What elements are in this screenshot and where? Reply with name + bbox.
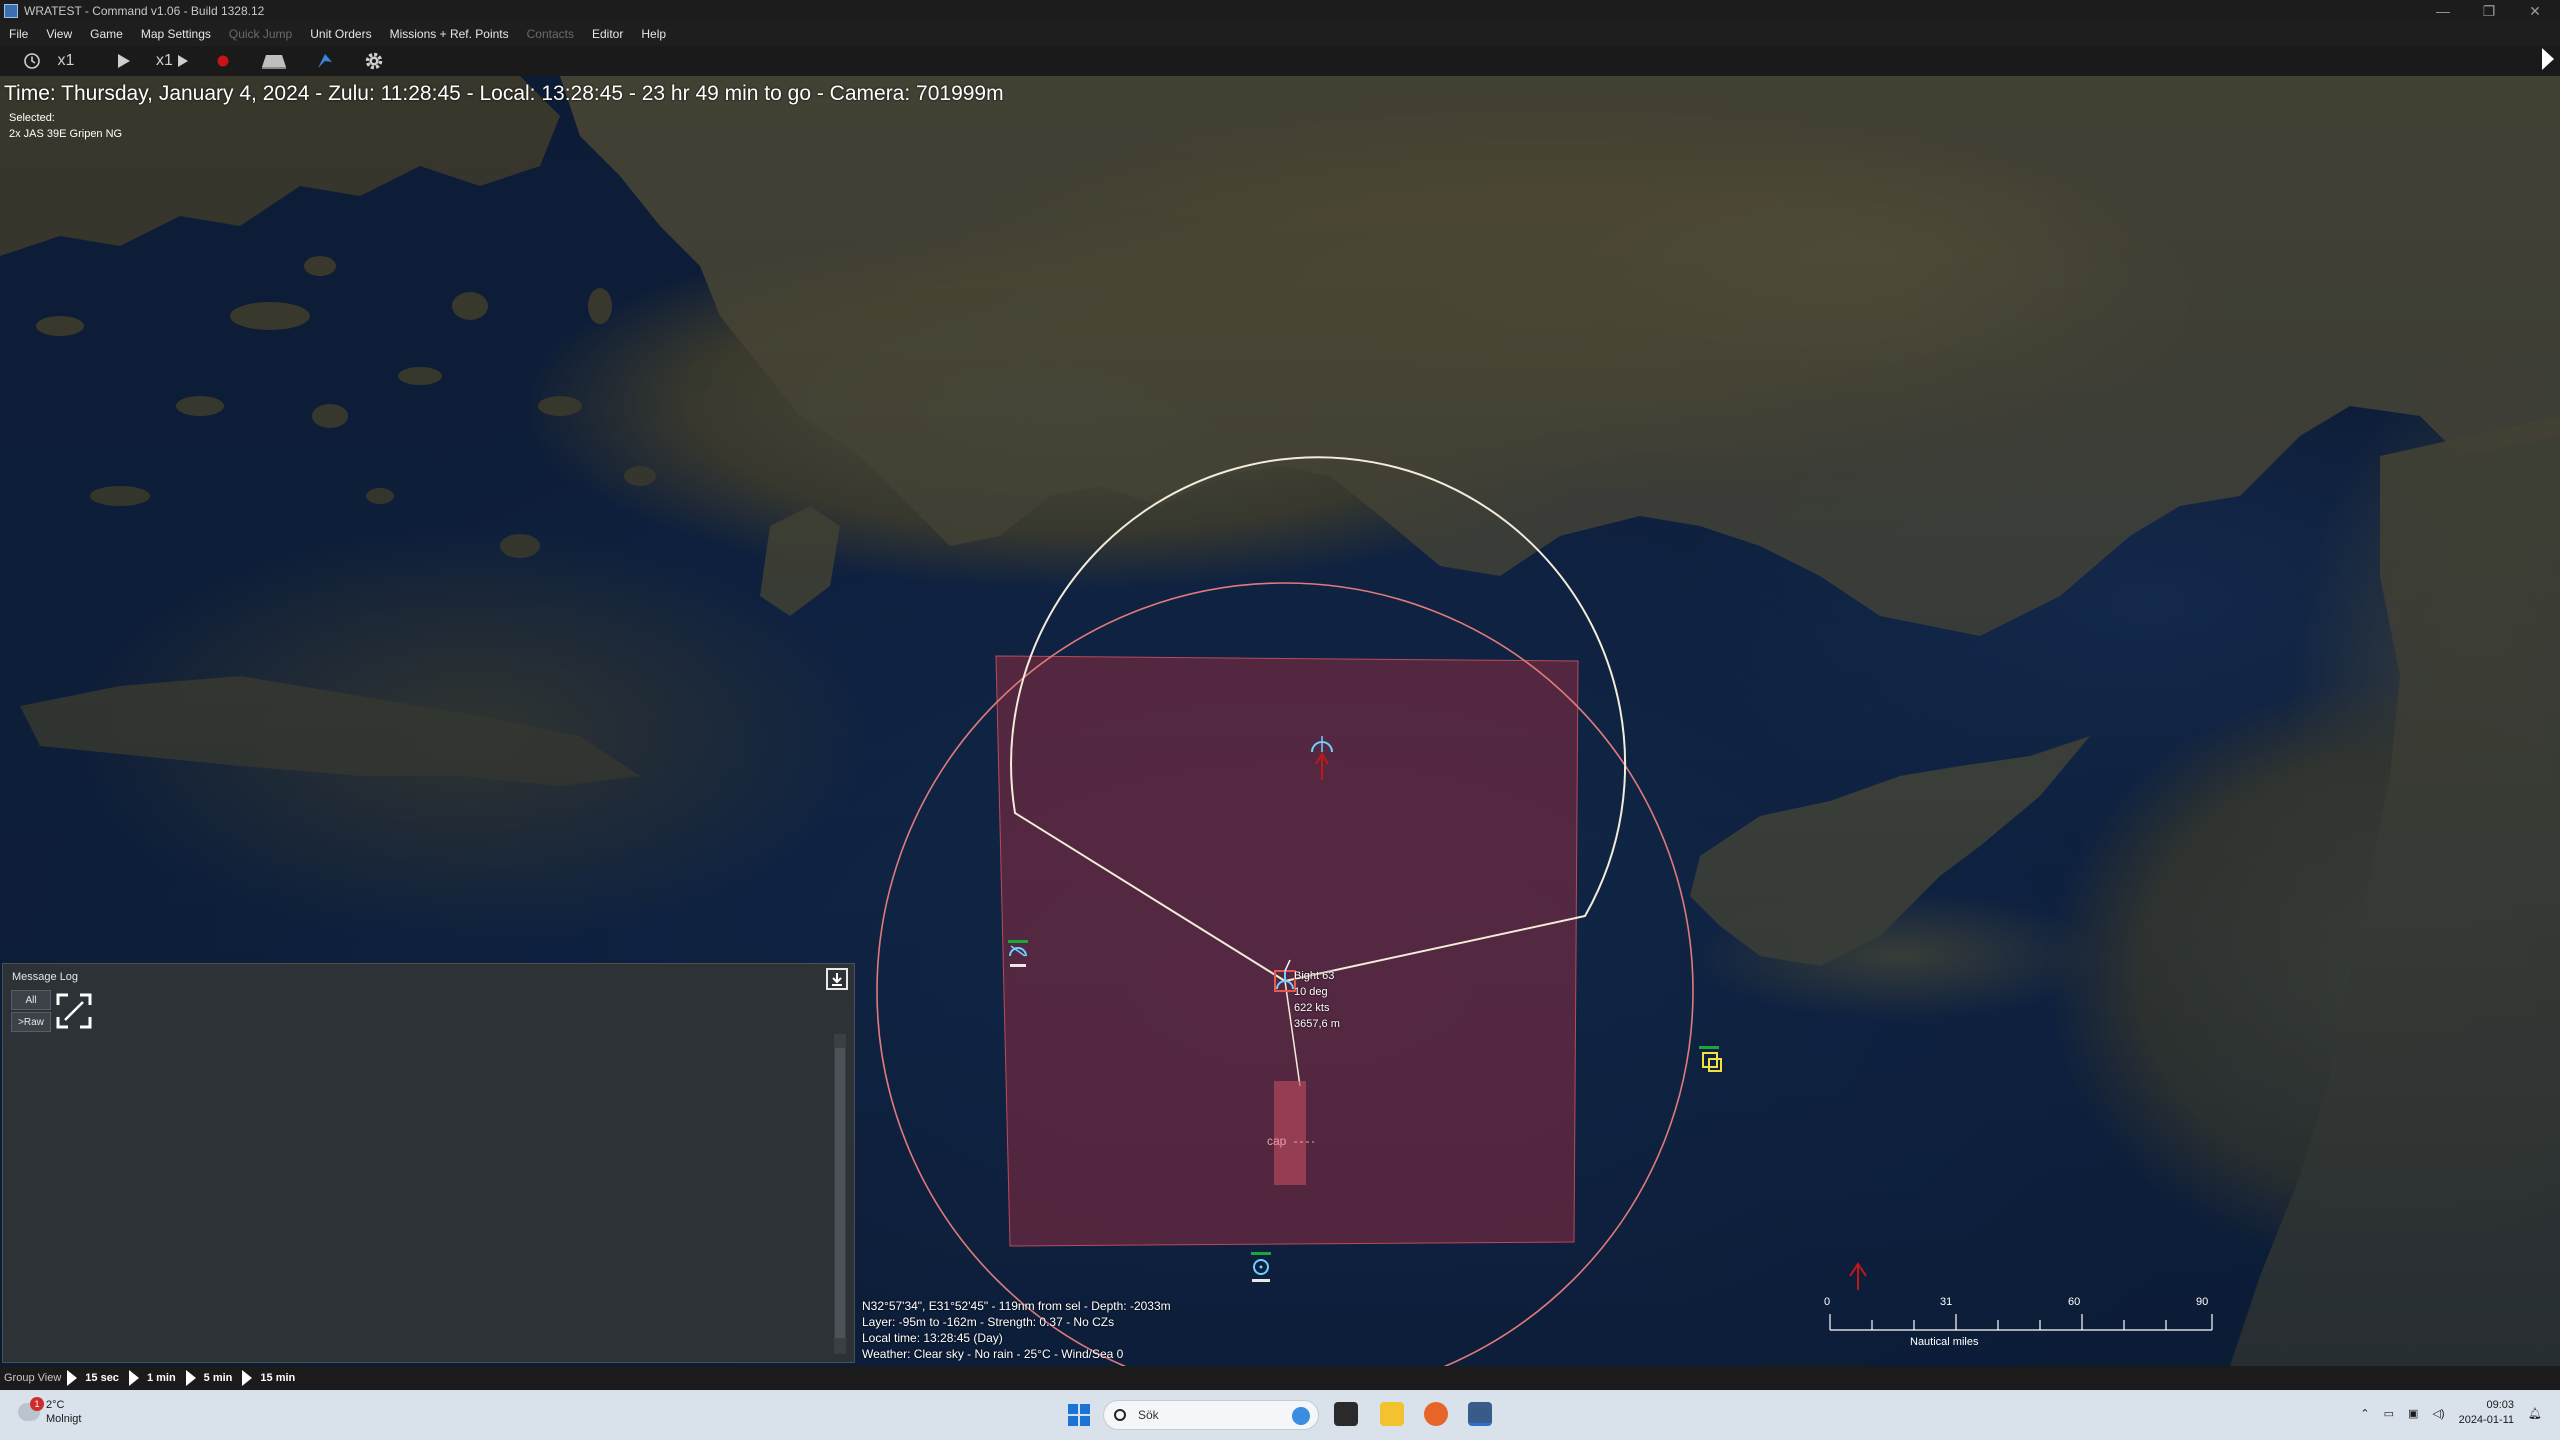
file-explorer-icon[interactable]	[1380, 1402, 1404, 1426]
map-scale-bar: 0 31 60 90 Nautical miles	[1820, 1290, 2240, 1350]
menu-contacts[interactable]: Contacts	[518, 27, 583, 41]
group-view-bar: Group View 15 sec 1 min 5 min 15 min	[0, 1366, 2560, 1390]
weather-description: Molnigt	[46, 1413, 82, 1425]
record-icon[interactable]	[209, 49, 237, 73]
scale-tick-90: 90	[2196, 1296, 2209, 1308]
weather-temperature: 2°C	[46, 1399, 65, 1411]
scale-bar-ruler	[1829, 1314, 2213, 1331]
gear-icon[interactable]	[359, 49, 389, 73]
play-triangle-icon	[128, 1370, 139, 1386]
firefox-icon[interactable]	[1424, 1402, 1448, 1426]
play-triangle-icon	[242, 1370, 253, 1386]
scale-tick-31: 31	[1940, 1296, 1953, 1308]
minimize-button[interactable]: —	[2420, 0, 2466, 22]
group-view-15min-button[interactable]: 15 min	[242, 1370, 295, 1386]
taskbar-search[interactable]: Sök	[1103, 1400, 1319, 1430]
menu-file[interactable]: File	[0, 27, 37, 41]
selected-unit-label: Bight 63 10 deg 622 kts 3657,6 m	[1294, 968, 1340, 1032]
toolbar: x1 x1	[0, 46, 2560, 76]
cursor-weather: Weather: Clear sky - No rain - 25°C - Wi…	[862, 1347, 1124, 1361]
system-tray: ⌃ ▭ ▣ ◁) 09:03 2024-01-11 🔔︎	[2360, 1398, 2542, 1428]
play-speed-label: x1	[156, 52, 173, 69]
filter-all-button[interactable]: All	[11, 990, 51, 1010]
menu-bar: File View Game Map Settings Quick Jump U…	[0, 22, 2560, 46]
scale-tick-60: 60	[2068, 1296, 2081, 1308]
time-status-line: Time: Thursday, January 4, 2024 - Zulu: …	[4, 82, 1004, 105]
cap-station-rect[interactable]	[1274, 1081, 1306, 1185]
play-icon[interactable]	[110, 49, 138, 73]
play-triangle-icon	[185, 1370, 196, 1386]
unit-name: Bight 63	[1294, 970, 1335, 982]
group-view-1min-button[interactable]: 1 min	[128, 1370, 176, 1386]
weather-widget[interactable]: 1 2°C Molnigt	[18, 1397, 82, 1426]
app-logo-icon	[4, 4, 18, 18]
cursor-info-panel: N32°57'34", E31°52'45" - 119nm from sel …	[862, 1298, 1171, 1362]
time-compression-button[interactable]: x1	[52, 49, 80, 73]
scale-unit-label: Nautical miles	[1910, 1336, 1979, 1348]
cap-mission-label: cap	[1267, 1134, 1287, 1148]
keyboard-icon[interactable]: ▭	[2384, 1407, 2394, 1420]
cursor-layer: Layer: -95m to -162m - Strength: 0.37 - …	[862, 1315, 1115, 1329]
command-app-icon[interactable]	[1468, 1402, 1492, 1426]
group-view-15min-label: 15 min	[260, 1372, 296, 1384]
selected-units-value[interactable]: 2x JAS 39E Gripen NG	[9, 128, 122, 140]
scale-tick-0: 0	[1824, 1296, 1831, 1308]
unit-speed: 622 kts	[1294, 1002, 1330, 1014]
windows-start-icon[interactable]	[1068, 1404, 1090, 1426]
message-log-title: Message Log	[12, 971, 79, 983]
chevron-up-icon[interactable]: ⌃	[2360, 1407, 2369, 1420]
clock-date: 2024-01-11	[2458, 1414, 2515, 1426]
menu-map-settings[interactable]: Map Settings	[132, 27, 220, 41]
group-view-1min-label: 1 min	[146, 1372, 176, 1384]
message-log-panel[interactable]: Message Log All >Raw	[2, 963, 855, 1363]
scrollbar-thumb[interactable]	[835, 1048, 845, 1338]
group-view-label: Group View	[4, 1372, 62, 1384]
play-triangle-icon	[67, 1370, 78, 1386]
group-view-5min-label: 5 min	[203, 1372, 233, 1384]
mission-icon[interactable]	[311, 49, 339, 73]
expand-icon[interactable]	[55, 992, 93, 1030]
group-view-15sec-button[interactable]: 15 sec	[67, 1370, 119, 1386]
dock-arrow-icon	[832, 973, 842, 986]
maximize-button[interactable]: ❐	[2466, 0, 2512, 22]
taskbar-clock[interactable]: 09:03 2024-01-11	[2459, 1398, 2514, 1428]
os-taskbar: 1 2°C Molnigt Sök ⌃ ▭ ▣ ◁) 09:03 2024-01…	[0, 1390, 2560, 1440]
window-title: WRATEST - Command v1.06 - Build 1328.12	[24, 4, 265, 18]
unit-altitude: 3657,6 m	[1294, 1018, 1340, 1030]
cloud-icon: 1	[18, 1397, 44, 1421]
search-icon	[1114, 1409, 1126, 1421]
cursor-coordinates: N32°57'34", E31°52'45" - 119nm from sel …	[862, 1299, 1171, 1313]
menu-editor[interactable]: Editor	[583, 27, 632, 41]
close-button[interactable]: ✕	[2512, 0, 2558, 22]
clock-icon[interactable]	[18, 49, 46, 73]
menu-help[interactable]: Help	[632, 27, 675, 41]
message-log-scrollbar[interactable]	[834, 1034, 846, 1354]
menu-game[interactable]: Game	[81, 27, 132, 41]
clock-time: 09:03	[2486, 1399, 2515, 1411]
notification-badge: 1	[30, 1397, 44, 1411]
menu-quick-jump[interactable]: Quick Jump	[220, 27, 301, 41]
network-icon[interactable]: ▣	[2408, 1407, 2418, 1420]
volume-icon[interactable]: ◁)	[2432, 1407, 2444, 1420]
selected-label: Selected:	[9, 112, 55, 124]
menu-view[interactable]: View	[37, 27, 81, 41]
raw-toggle-button[interactable]: >Raw	[11, 1012, 51, 1032]
dock-panel-button[interactable]	[826, 968, 848, 990]
unit-heading: 10 deg	[1294, 986, 1328, 998]
play-speed-button[interactable]: x1	[152, 49, 193, 73]
copilot-icon[interactable]	[1292, 1407, 1310, 1425]
title-bar: WRATEST - Command v1.06 - Build 1328.12 …	[0, 0, 2560, 22]
menu-unit-orders[interactable]: Unit Orders	[301, 27, 380, 41]
panel-expand-arrow-icon[interactable]	[2542, 48, 2554, 70]
group-view-5min-button[interactable]: 5 min	[185, 1370, 233, 1386]
task-view-icon[interactable]	[1334, 1402, 1358, 1426]
bell-icon[interactable]: 🔔︎	[2528, 1407, 2542, 1420]
menu-missions-ref-points[interactable]: Missions + Ref. Points	[381, 27, 518, 41]
cursor-local-time: Local time: 13:28:45 (Day)	[862, 1331, 1003, 1345]
app-root: WRATEST - Command v1.06 - Build 1328.12 …	[0, 0, 2560, 1440]
search-placeholder: Sök	[1138, 1408, 1159, 1422]
loadout-icon[interactable]	[257, 49, 291, 73]
group-view-15sec-label: 15 sec	[85, 1372, 119, 1384]
